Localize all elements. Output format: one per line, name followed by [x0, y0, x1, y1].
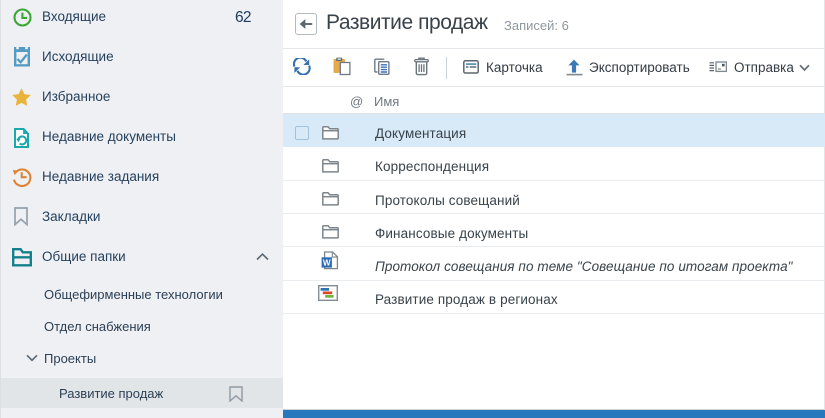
svg-text:W: W [323, 259, 331, 268]
